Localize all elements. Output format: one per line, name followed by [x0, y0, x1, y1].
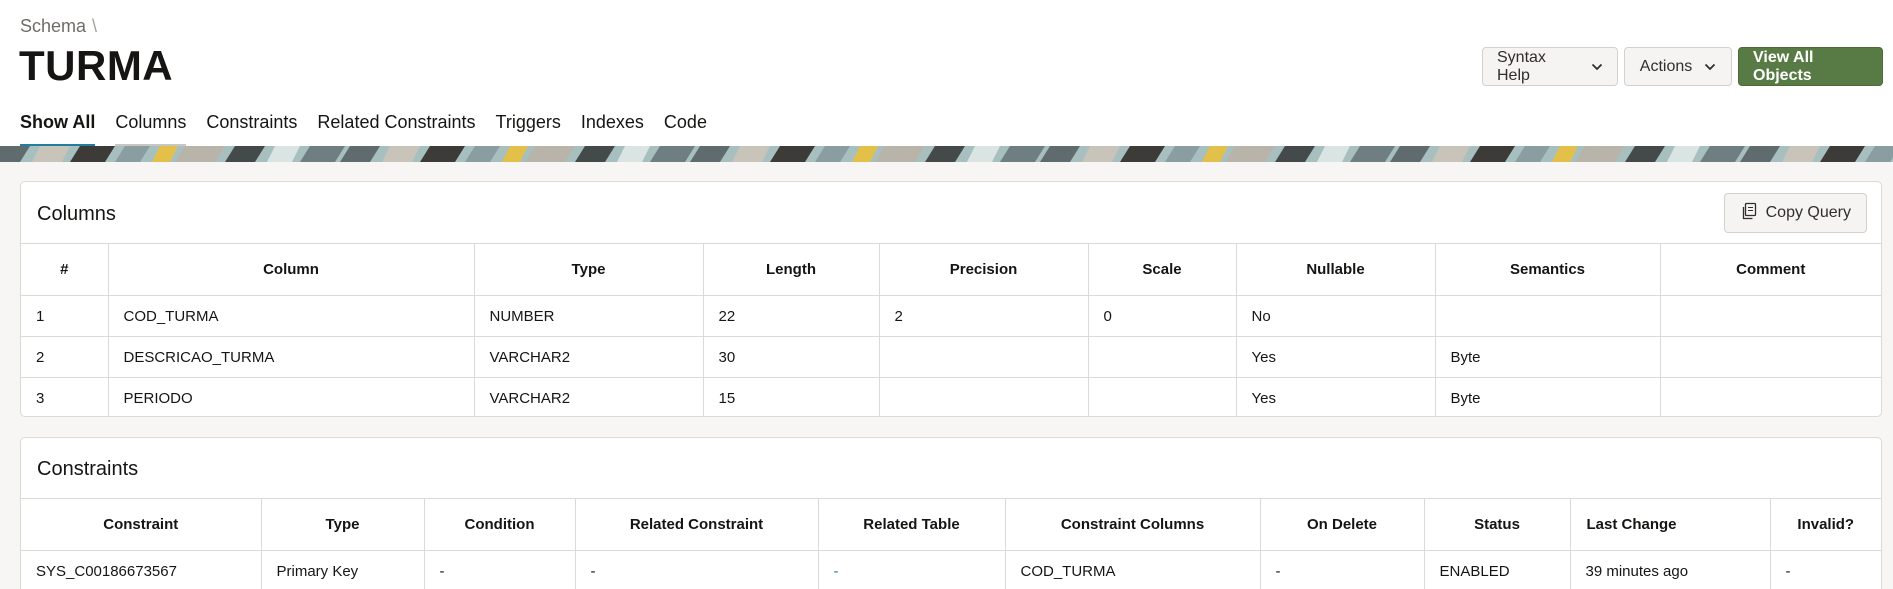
table-row: 3 PERIODO VARCHAR2 15 Yes Byte: [21, 377, 1881, 416]
tab-columns[interactable]: Columns: [115, 110, 187, 147]
view-all-objects-button[interactable]: View All Objects: [1738, 47, 1883, 86]
table-cell: VARCHAR2: [474, 336, 704, 378]
actions-button[interactable]: Actions: [1624, 47, 1732, 86]
table-row: 2 DESCRICAO_TURMA VARCHAR2 30 Yes Byte: [21, 336, 1881, 378]
table-cell: [1088, 377, 1237, 416]
table-cell: No: [1236, 295, 1436, 337]
table-cell: 39 minutes ago: [1570, 550, 1771, 589]
page-title: TURMA: [19, 42, 174, 89]
column-header[interactable]: Nullable: [1236, 243, 1436, 296]
column-header[interactable]: Last Change: [1570, 498, 1771, 551]
tab-constraints[interactable]: Constraints: [206, 110, 297, 147]
column-header[interactable]: Related Constraint: [575, 498, 819, 551]
table-cell: Byte: [1435, 377, 1661, 416]
actions-label: Actions: [1639, 57, 1693, 75]
table-cell: [879, 336, 1089, 378]
column-header[interactable]: Type: [261, 498, 425, 551]
column-header[interactable]: Column: [108, 243, 475, 296]
columns-table: # Column Type Length Precision Scale Nul…: [21, 243, 1881, 416]
syntax-help-label: Syntax Help: [1497, 48, 1546, 84]
columns-card-title: Columns: [37, 203, 116, 225]
decorative-banner: [0, 146, 1893, 162]
column-header[interactable]: Invalid?: [1770, 498, 1881, 551]
column-header[interactable]: Related Table: [818, 498, 1006, 551]
table-cell: 0: [1088, 295, 1237, 337]
tab-triggers[interactable]: Triggers: [496, 110, 561, 147]
tab-related-constraints[interactable]: Related Constraints: [317, 110, 475, 147]
table-cell: -: [1770, 550, 1881, 589]
table-row: SYS_C00186673567 Primary Key - - - COD_T…: [21, 550, 1881, 589]
table-cell: [1088, 336, 1237, 378]
column-header[interactable]: #: [21, 243, 109, 296]
breadcrumb: Schema \: [20, 16, 97, 37]
column-header[interactable]: Constraint: [21, 498, 262, 551]
columns-card: Columns Copy Query # Column Type Length …: [20, 181, 1882, 417]
syntax-help-button[interactable]: Syntax Help: [1482, 47, 1618, 86]
copy-icon: [1740, 202, 1758, 225]
table-cell: [879, 377, 1089, 416]
column-header[interactable]: Scale: [1088, 243, 1237, 296]
table-cell: ENABLED: [1424, 550, 1571, 589]
table-cell: -: [575, 550, 819, 589]
tab-indexes[interactable]: Indexes: [581, 110, 644, 147]
table-cell: NUMBER: [474, 295, 704, 337]
table-cell: 30: [703, 336, 880, 378]
table-cell: 3: [21, 377, 109, 416]
chevron-down-icon: [1591, 63, 1603, 71]
constraints-header-row: Constraint Type Condition Related Constr…: [21, 498, 1881, 551]
breadcrumb-schema[interactable]: Schema: [20, 16, 86, 36]
constraints-table: Constraint Type Condition Related Constr…: [21, 498, 1881, 589]
constraints-card: Constraints Constraint Type Condition Re…: [20, 437, 1882, 589]
table-cell: [1660, 377, 1881, 416]
column-header[interactable]: Type: [474, 243, 704, 296]
tab-bar: Show All Columns Constraints Related Con…: [20, 110, 727, 147]
table-cell: -: [424, 550, 576, 589]
columns-header-row: # Column Type Length Precision Scale Nul…: [21, 243, 1881, 296]
column-header[interactable]: On Delete: [1260, 498, 1425, 551]
table-cell: [1660, 336, 1881, 378]
tab-show-all[interactable]: Show All: [20, 110, 96, 147]
table-cell: 22: [703, 295, 880, 337]
table-cell: COD_TURMA: [108, 295, 475, 337]
column-header[interactable]: Constraint Columns: [1005, 498, 1261, 551]
table-cell: 2: [21, 336, 109, 378]
constraints-card-title: Constraints: [37, 458, 139, 480]
table-cell: Byte: [1435, 336, 1661, 378]
table-cell: 1: [21, 295, 109, 337]
table-cell: 15: [703, 377, 880, 416]
copy-query-label: Copy Query: [1765, 204, 1851, 221]
tab-code[interactable]: Code: [664, 110, 707, 147]
table-cell: [1660, 295, 1881, 337]
breadcrumb-separator: \: [92, 16, 98, 36]
table-cell: DESCRICAO_TURMA: [108, 336, 475, 378]
table-cell: -: [1260, 550, 1425, 589]
chevron-down-icon: [1704, 63, 1716, 71]
column-header[interactable]: Semantics: [1435, 243, 1661, 296]
related-table-link[interactable]: -: [818, 550, 1006, 589]
copy-query-button[interactable]: Copy Query: [1723, 193, 1867, 233]
content-area: Columns Copy Query # Column Type Length …: [0, 162, 1893, 589]
table-row: 1 COD_TURMA NUMBER 22 2 0 No: [21, 295, 1881, 337]
table-cell: Yes: [1236, 336, 1436, 378]
table-cell: [1435, 295, 1661, 337]
table-cell: Primary Key: [261, 550, 425, 589]
table-cell: 2: [879, 295, 1089, 337]
page-header: Schema \ TURMA Syntax Help Actions View A…: [0, 0, 1893, 147]
table-cell: SYS_C00186673567: [21, 550, 262, 589]
table-cell: COD_TURMA: [1005, 550, 1261, 589]
column-header[interactable]: Precision: [879, 243, 1089, 296]
column-header[interactable]: Condition: [424, 498, 576, 551]
column-header[interactable]: Comment: [1660, 243, 1881, 296]
table-cell: PERIODO: [108, 377, 475, 416]
table-cell: VARCHAR2: [474, 377, 704, 416]
column-header[interactable]: Status: [1424, 498, 1571, 551]
header-actions: Syntax Help Actions View All Objects: [1482, 47, 1883, 86]
table-cell: Yes: [1236, 377, 1436, 416]
column-header[interactable]: Length: [703, 243, 880, 296]
